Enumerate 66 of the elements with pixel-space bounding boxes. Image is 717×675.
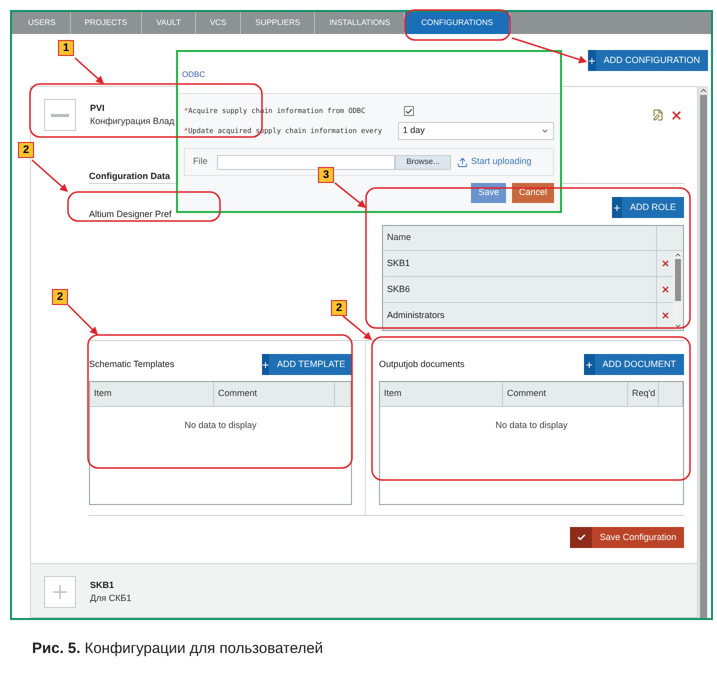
- file-label: File: [193, 155, 209, 168]
- upload-icon: [457, 156, 468, 168]
- figure-caption: Рис. 5. Конфигурации для пользователей: [32, 639, 324, 659]
- scroll-up-icon[interactable]: [674, 251, 682, 259]
- column-header: Name: [383, 226, 657, 250]
- column-header: Comment: [503, 382, 628, 406]
- section-heading: Outputjob documents: [379, 358, 465, 371]
- delete-icon[interactable]: [670, 108, 683, 122]
- callout-number: 3: [318, 167, 334, 183]
- save-configuration-button[interactable]: Save Configuration: [570, 527, 684, 548]
- toggle-box[interactable]: [44, 576, 76, 608]
- tab[interactable]: VAULT: [142, 12, 196, 34]
- upload-link[interactable]: Start uploading: [471, 155, 532, 169]
- tab[interactable]: USERS: [14, 12, 71, 34]
- column-header: Comment: [214, 382, 335, 406]
- annotation-arrow: [32, 159, 68, 192]
- annotation-arrow: [334, 182, 366, 208]
- configuration-description: Конфигурация Влад: [90, 115, 174, 128]
- configuration-name: PVI: [90, 102, 106, 114]
- column-header: Item: [380, 382, 503, 406]
- interval-select[interactable]: 1 day: [398, 122, 554, 140]
- callout-number: 2: [331, 300, 347, 316]
- toggle-box[interactable]: [44, 99, 76, 131]
- minus-icon: [51, 114, 69, 116]
- save-button[interactable]: Save: [471, 183, 506, 203]
- configuration-name: SKB1: [90, 578, 116, 592]
- role-name[interactable]: SKB1: [383, 251, 657, 276]
- scroll-up-icon[interactable]: [698, 86, 708, 95]
- add-configuration-button[interactable]: + ADD CONFIGURATION: [588, 50, 708, 71]
- remove-icon[interactable]: [660, 311, 670, 320]
- edit-icon[interactable]: [652, 109, 664, 121]
- column-header: Item: [90, 382, 214, 406]
- tab[interactable]: CONFIGURATIONS: [405, 12, 510, 34]
- add-document-button[interactable]: + ADD DOCUMENT: [584, 354, 684, 375]
- remove-icon[interactable]: [660, 259, 670, 268]
- role-name[interactable]: SKB6: [383, 277, 657, 302]
- callout-number: 1: [58, 40, 74, 56]
- annotation-arrow: [74, 57, 104, 84]
- scrollbar[interactable]: [698, 86, 708, 618]
- scrollbar[interactable]: [673, 251, 683, 330]
- role-name[interactable]: Administrators: [383, 303, 657, 328]
- configuration-description: Для СКБ1: [90, 592, 132, 605]
- annotation-arrow: [342, 315, 372, 340]
- tab[interactable]: VCS: [196, 12, 242, 34]
- empty-message: No data to display: [183, 419, 258, 432]
- section-heading: Schematic Templates: [89, 358, 174, 371]
- remove-icon[interactable]: [660, 285, 670, 294]
- add-role-button[interactable]: + ADD ROLE: [612, 197, 684, 218]
- column-header: Req'd: [628, 382, 659, 406]
- callout-number: 2: [18, 142, 34, 158]
- check-icon: [576, 533, 586, 542]
- scroll-down-icon[interactable]: [674, 322, 682, 330]
- checkbox[interactable]: [404, 106, 414, 116]
- dialog-title: ODBC: [182, 69, 206, 81]
- empty-message: No data to display: [494, 419, 569, 432]
- file-input[interactable]: [217, 154, 395, 170]
- tab[interactable]: SUPPLIERS: [241, 12, 316, 34]
- cancel-button[interactable]: Cancel: [512, 183, 554, 203]
- add-template-button[interactable]: + ADD TEMPLATE: [262, 354, 352, 375]
- callout-number: 2: [52, 289, 68, 305]
- preferences-label: Altium Designer Pref: [89, 209, 172, 219]
- annotation-arrow: [67, 304, 98, 335]
- caret-icon: [541, 127, 549, 135]
- tab[interactable]: PROJECTS: [70, 12, 142, 34]
- browse-button[interactable]: Browse...: [395, 154, 451, 170]
- section-heading: Configuration Data: [89, 171, 170, 181]
